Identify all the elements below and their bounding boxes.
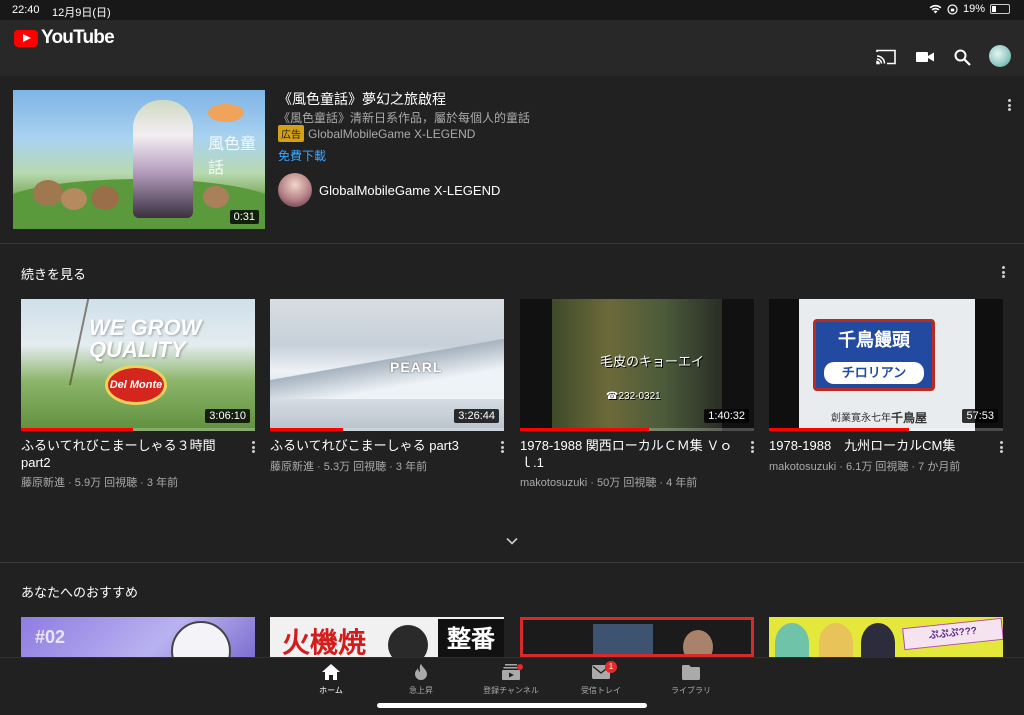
thumb-text: 千鳥饅頭 [838,330,910,351]
account-avatar[interactable] [989,45,1011,67]
ad-title[interactable]: 《風色童話》夢幻之旅啟程 [278,89,446,109]
ad-advertiser: GlobalMobileGame X-LEGEND [308,126,476,141]
thumb-sign: 千鳥饅頭 チロリアン [813,319,935,391]
thumb-text: 整番 [438,619,504,657]
new-content-dot [517,664,523,670]
recommended-thumbnail[interactable]: 火機焼 整番 [270,617,504,657]
watch-progress [769,428,1003,431]
chevron-down-icon[interactable] [505,534,519,548]
battery-icon [990,4,1010,14]
video-thumbnail[interactable]: 千鳥饅頭 チロリアン 創業寛永七年 千鳥屋 57:53 [769,299,1003,431]
video-card[interactable]: 千鳥饅頭 チロリアン 創業寛永七年 千鳥屋 57:53 1978-1988 九州… [769,299,1003,473]
thumb-text: #02 [35,627,66,647]
wifi-icon [929,4,942,14]
nav-label: ライブラリ [671,686,711,695]
video-title[interactable]: ふるいてれびこまーしゃる３時間part2 [21,437,241,471]
ad-character-art [133,100,193,218]
recommended-thumbnail[interactable]: ぷぷぷ??? [769,617,1003,657]
video-thumbnail[interactable]: 毛皮のキョーエイ ☎232-0321 1:40:32 [520,299,754,431]
ad-description: 《風色童話》清新日系作品，屬於每個人的童話 [278,111,531,125]
video-more-icon[interactable] [248,439,258,455]
nav-inbox[interactable]: 1 受信トレイ [561,661,641,696]
video-more-icon[interactable] [747,439,757,455]
ad-badge: 広告 [278,125,304,142]
recommended-thumbnail[interactable] [520,617,754,657]
search-icon[interactable] [950,45,974,69]
youtube-play-icon [14,29,38,47]
video-thumbnail[interactable]: WE GROW QUALITY Del Monte 3:06:10 [21,299,255,431]
ad-duration: 0:31 [229,210,259,224]
home-icon [322,664,340,680]
bottom-navigation: ホーム 急上昇 登録チャンネル 1 受信トレイ ライブラリ [0,657,1024,697]
video-more-icon[interactable] [996,439,1006,455]
rotation-lock-icon [947,3,958,15]
home-indicator[interactable] [377,703,647,708]
ad-more-icon[interactable] [1004,97,1014,113]
nav-label: 登録チャンネル [483,686,539,695]
top-app-bar [0,20,1024,76]
video-more-icon[interactable] [497,439,507,455]
battery-percent: 19% [962,3,985,15]
video-title[interactable]: 1978-1988 関西ローカルＣＭ集 Ｖｏｌ.1 [520,437,740,471]
video-thumbnail[interactable]: PEARL 3:26:44 [270,299,504,431]
ad-thumb-logo-text: 風色童話 [208,134,257,177]
thumb-text: 火機焼 [282,626,367,657]
video-title[interactable]: ふるいてれびこまーしゃる part3 [270,437,490,454]
ad-card[interactable]: 風色童話 0:31 [0,76,1024,244]
video-meta: 藤原新進 · 5.3万 回視聴 · 3 年前 [270,461,428,473]
nav-trending[interactable]: 急上昇 [381,662,461,696]
thumb-text: PEARL [390,359,443,375]
status-bar: 22:40 12月9日(日) 19% [0,0,1024,20]
video-duration: 3:06:10 [205,409,250,423]
video-card[interactable]: WE GROW QUALITY Del Monte 3:06:10 ふるいてれび… [21,299,255,489]
ad-channel-avatar[interactable] [278,173,312,207]
video-duration: 57:53 [962,409,998,423]
nav-subscriptions[interactable]: 登録チャンネル [471,662,551,696]
video-duration: 3:26:44 [454,409,499,423]
status-indicators: 19% [929,3,1010,15]
video-meta: 藤原新進 · 5.9万 回視聴 · 3 年前 [21,477,179,489]
youtube-logo-text: YouTube [41,27,115,48]
library-folder-icon [682,664,700,680]
ad-channel-name[interactable]: GlobalMobileGame X-LEGEND [319,183,500,198]
ad-thumbnail[interactable]: 風色童話 0:31 [13,90,265,229]
watch-progress [520,428,754,431]
video-card[interactable]: PEARL 3:26:44 ふるいてれびこまーしゃる part3 藤原新進 · … [270,299,504,473]
continue-section-title: 続きを見る [21,267,87,282]
nav-library[interactable]: ライブラリ [651,662,731,696]
recommended-thumbnail[interactable]: #02 [21,617,255,657]
nav-label: ホーム [319,686,343,695]
recommended-section-title: あなたへのおすすめ [21,585,139,600]
nav-home[interactable]: ホーム [291,662,371,696]
video-meta: makotosuzuki · 50万 回視聴 · 4 年前 [520,477,698,489]
thumb-text: 千鳥屋 [891,411,928,425]
thumb-text: 毛皮のキョーエイ [600,354,705,369]
video-card[interactable]: 毛皮のキョーエイ ☎232-0321 1:40:32 1978-1988 関西ロ… [520,299,754,489]
thumb-text: チロリアン [824,362,924,384]
thumb-text: 創業寛永七年 [831,413,891,424]
ad-badge-row: 広告 GlobalMobileGame X-LEGEND [278,125,475,142]
nav-label: 受信トレイ [581,686,621,695]
video-meta: makotosuzuki · 6.1万 回視聴 · 7 か月前 [769,461,961,473]
trending-fire-icon [415,664,427,680]
status-time: 22:40 [12,4,40,16]
inbox-badge: 1 [605,661,617,673]
nav-label: 急上昇 [409,686,433,695]
thumb-text: ぷぷぷ??? [902,617,1003,651]
watch-progress [270,428,504,431]
video-duration: 1:40:32 [704,409,749,423]
camera-upload-icon[interactable] [913,45,937,69]
status-date: 12月9日(日) [52,7,111,19]
youtube-logo[interactable]: YouTube [14,27,115,49]
thumb-brand-badge: Del Monte [105,365,167,405]
watch-progress [21,428,255,431]
video-title[interactable]: 1978-1988 九州ローカルCM集 [769,437,989,454]
ad-cta-link[interactable]: 免費下載 [278,147,326,164]
thumb-slogan-text: WE GROW QUALITY [89,315,202,362]
cast-icon[interactable] [874,45,898,69]
continue-section-more-icon[interactable] [998,264,1008,280]
section-divider [0,562,1024,563]
thumb-phone-text: ☎232-0321 [606,391,661,402]
